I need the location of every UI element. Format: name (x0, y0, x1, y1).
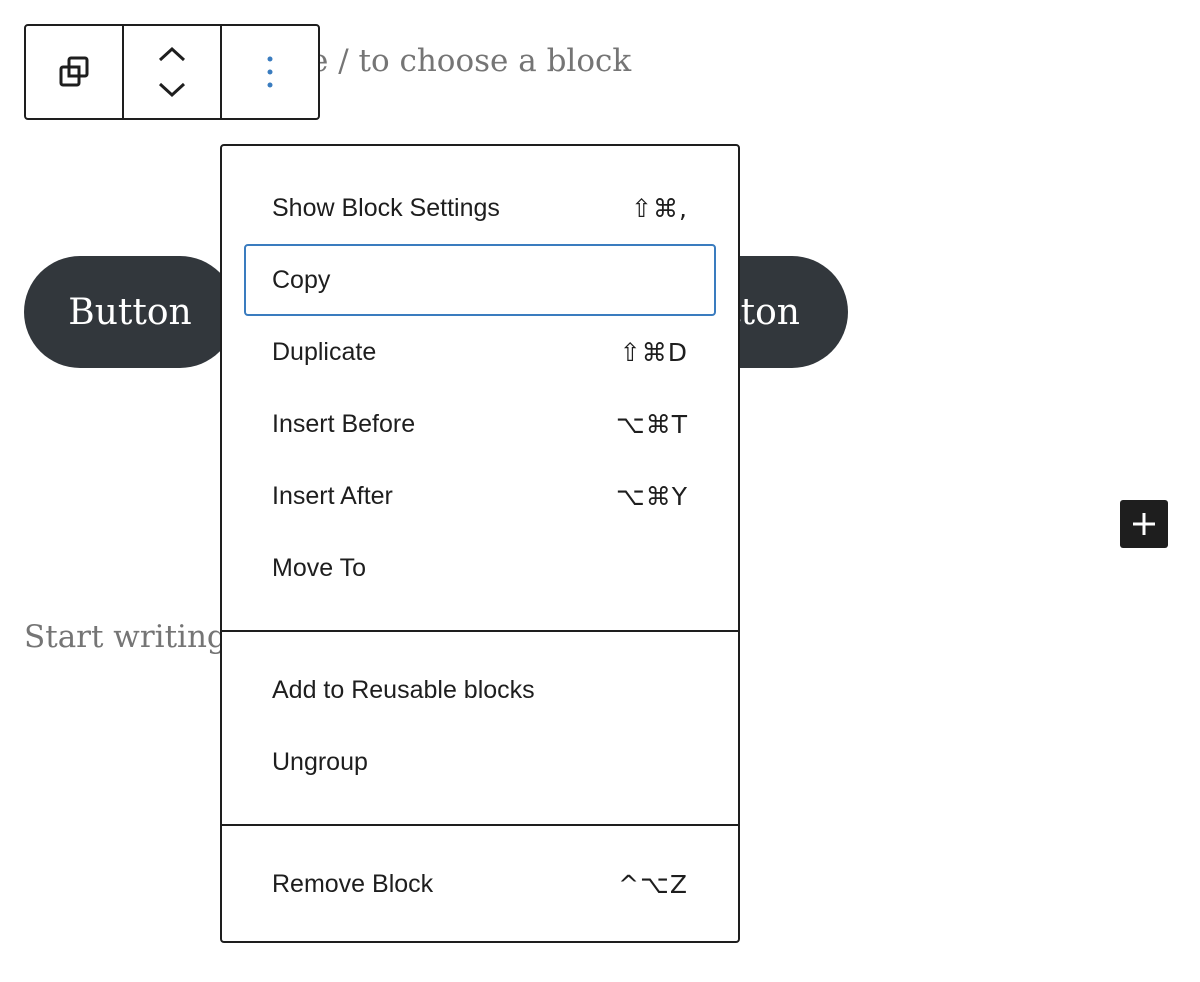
menu-item-label: Duplicate (272, 337, 377, 366)
menu-item-label: Remove Block (272, 869, 434, 898)
menu-group-actions: Show Block Settings ⇧⌘, Copy Duplicate ⇧… (222, 172, 738, 604)
menu-item-move-to[interactable]: Move To (244, 532, 716, 604)
menu-item-show-block-settings[interactable]: Show Block Settings ⇧⌘, (244, 172, 716, 244)
menu-item-copy[interactable]: Copy (244, 244, 716, 316)
menu-item-shortcut: ⇧⌘D (619, 337, 688, 367)
menu-item-label: Insert After (272, 481, 393, 510)
start-writing-placeholder[interactable]: Start writing (24, 612, 224, 662)
block-options-menu: Show Block Settings ⇧⌘, Copy Duplicate ⇧… (220, 144, 740, 943)
menu-item-label: Ungroup (272, 747, 368, 776)
block-toolbar (24, 24, 320, 120)
button-left-label: Button (68, 291, 192, 333)
menu-item-label: Copy (272, 265, 331, 294)
more-options-button[interactable] (222, 26, 318, 118)
menu-item-shortcut: ^⌥Z (618, 869, 688, 899)
menu-item-add-to-reusable-blocks[interactable]: Add to Reusable blocks (244, 654, 716, 726)
menu-group-remove: Remove Block ^⌥Z (222, 824, 738, 920)
menu-item-remove-block[interactable]: Remove Block ^⌥Z (244, 848, 716, 920)
button-block-left[interactable]: Button (24, 256, 236, 368)
more-options-icon (267, 56, 273, 88)
transform-icon (59, 56, 89, 87)
menu-item-shortcut: ⇧⌘, (631, 193, 688, 223)
menu-item-shortcut: ⌥⌘T (615, 409, 688, 439)
plus-icon (1133, 513, 1155, 535)
block-inserter-button[interactable] (1120, 500, 1168, 548)
menu-item-duplicate[interactable]: Duplicate ⇧⌘D (244, 316, 716, 388)
menu-item-ungroup[interactable]: Ungroup (244, 726, 716, 798)
menu-item-label: Add to Reusable blocks (272, 675, 535, 704)
menu-item-insert-before[interactable]: Insert Before ⌥⌘T (244, 388, 716, 460)
menu-item-label: Insert Before (272, 409, 416, 438)
menu-group-reusable: Add to Reusable blocks Ungroup (222, 630, 738, 798)
move-block-button[interactable] (124, 26, 222, 118)
menu-item-shortcut: ⌥⌘Y (615, 481, 688, 511)
transform-block-button[interactable] (26, 26, 124, 118)
menu-item-label: Move To (272, 553, 367, 582)
move-up-down-icon (158, 46, 186, 98)
menu-item-insert-after[interactable]: Insert After ⌥⌘Y (244, 460, 716, 532)
menu-item-label: Show Block Settings (272, 193, 500, 222)
